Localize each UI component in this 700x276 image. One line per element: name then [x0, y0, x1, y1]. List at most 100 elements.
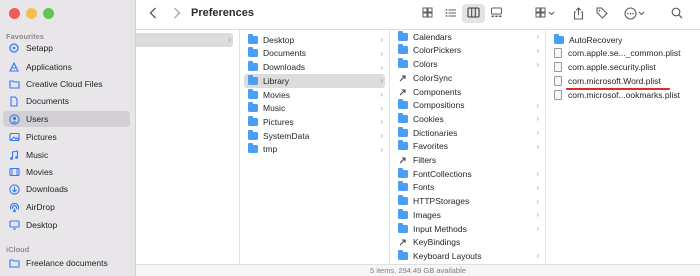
sidebar-item-applications[interactable]: Applications: [3, 59, 130, 75]
group-button[interactable]: [534, 6, 558, 22]
list-item[interactable]: Pictures ›: [244, 115, 385, 129]
chevron-right-icon: ›: [536, 196, 539, 206]
sidebar-item-setapp[interactable]: Setapp: [3, 40, 130, 56]
folder-icon: [398, 195, 408, 206]
folder-icon: [398, 167, 408, 178]
list-item-selected[interactable]: ›: [136, 33, 233, 47]
list-item-label: SystemData: [263, 130, 310, 141]
sidebar-item-freelance-documents[interactable]: Freelance documents: [3, 255, 130, 271]
icon-view-icon: [422, 7, 433, 20]
list-item[interactable]: Filters: [394, 153, 541, 167]
folder-icon: [398, 222, 408, 233]
search-icon: [671, 7, 683, 21]
list-item[interactable]: Dictionaries ›: [394, 126, 541, 140]
folder-icon: [398, 126, 408, 137]
list-item[interactable]: Library ›: [244, 74, 385, 88]
list-item[interactable]: Desktop ›: [244, 33, 385, 47]
sidebar-item-documents[interactable]: Documents: [3, 93, 130, 109]
list-item[interactable]: Colors ›: [394, 57, 541, 71]
folder-icon: [398, 140, 408, 151]
chevron-right-icon: ›: [380, 62, 383, 72]
column-view-icon: [467, 7, 480, 20]
folder-icon: [248, 143, 258, 154]
applications-icon: [8, 61, 20, 73]
sidebar-item-desktop[interactable]: Desktop: [3, 217, 130, 233]
icon-view-button[interactable]: [416, 4, 439, 23]
sidebar-item-label: Movies: [26, 167, 53, 177]
list-item[interactable]: Input Methods ›: [394, 222, 541, 236]
music-icon: [8, 149, 20, 161]
share-button[interactable]: [570, 6, 586, 22]
chevron-right-icon: ›: [380, 117, 383, 127]
document-icon: [554, 62, 562, 73]
chevron-left-icon: [149, 7, 157, 21]
sidebar-item-movies[interactable]: Movies: [3, 164, 130, 180]
list-item-label: AutoRecovery: [569, 34, 623, 45]
sidebar-item-label: Pictures: [26, 132, 57, 142]
list-item[interactable]: FontCollections ›: [394, 167, 541, 181]
list-item[interactable]: HTTPStorages ›: [394, 194, 541, 208]
sidebar-item-music[interactable]: Music: [3, 147, 130, 163]
close-window-button[interactable]: [9, 8, 20, 19]
folder-icon: [8, 257, 20, 269]
folder-icon: [248, 88, 258, 99]
column-view-button[interactable]: [462, 4, 485, 23]
document-icon: [8, 95, 20, 107]
list-view-button[interactable]: [439, 4, 462, 23]
list-item[interactable]: Keyboard Layouts ›: [394, 249, 541, 263]
forward-button[interactable]: [170, 6, 184, 22]
search-button[interactable]: [669, 6, 685, 22]
sidebar-item-users[interactable]: Users: [3, 111, 130, 127]
chevron-right-icon: [173, 7, 181, 21]
list-item-label: ColorSync: [413, 72, 453, 83]
list-item[interactable]: com.microsoft.Word.plist: [550, 74, 696, 88]
sidebar-item-label: Downloads: [26, 184, 69, 194]
list-item[interactable]: Documents ›: [244, 47, 385, 61]
highlight-underline: [566, 88, 670, 90]
tag-button[interactable]: [594, 6, 610, 22]
folder-icon: [248, 61, 258, 72]
downloads-icon: [8, 183, 20, 195]
list-item-label: Pictures: [263, 116, 294, 127]
list-item[interactable]: Images ›: [394, 208, 541, 222]
list-item[interactable]: com.apple.security.plist: [550, 60, 696, 74]
list-item[interactable]: AutoRecovery: [550, 33, 696, 47]
chevron-right-icon: ›: [536, 169, 539, 179]
list-item[interactable]: Fonts ›: [394, 181, 541, 195]
list-item-label: Components: [413, 86, 462, 97]
gallery-view-button[interactable]: [485, 4, 508, 23]
list-item[interactable]: SystemData ›: [244, 129, 385, 143]
list-item-label: Music: [263, 103, 286, 114]
list-item[interactable]: Movies ›: [244, 88, 385, 102]
list-item[interactable]: ColorPickers ›: [394, 44, 541, 58]
sidebar-item-label: Music: [26, 150, 49, 160]
sidebar-item-downloads[interactable]: Downloads: [3, 181, 130, 197]
list-item[interactable]: KeyBindings: [394, 236, 541, 250]
sidebar-item-airdrop[interactable]: AirDrop: [3, 199, 130, 215]
chevron-right-icon: ›: [380, 103, 383, 113]
list-item[interactable]: Compositions ›: [394, 99, 541, 113]
zoom-window-button[interactable]: [43, 8, 54, 19]
list-item[interactable]: com.apple.se..._common.plist: [550, 47, 696, 61]
list-item[interactable]: Components: [394, 85, 541, 99]
list-item[interactable]: Calendars ›: [394, 30, 541, 44]
toolbar: Preferences: [136, 0, 700, 30]
list-item[interactable]: tmp ›: [244, 143, 385, 157]
list-item-label: KeyBindings: [413, 237, 461, 248]
list-item[interactable]: Favorites ›: [394, 140, 541, 154]
alias-icon: [398, 237, 408, 247]
list-item-label: FontCollections: [413, 168, 472, 179]
back-button[interactable]: [146, 6, 160, 22]
list-item[interactable]: Cookies ›: [394, 112, 541, 126]
list-item[interactable]: Music ›: [244, 102, 385, 116]
document-icon: [554, 48, 562, 59]
minimize-window-button[interactable]: [26, 8, 37, 19]
sidebar-item-creative-cloud-files[interactable]: Creative Cloud Files: [3, 76, 130, 92]
list-item[interactable]: ColorSync: [394, 71, 541, 85]
sidebar-item-label: Applications: [26, 62, 72, 72]
list-item-label: Library: [263, 75, 289, 86]
list-item[interactable]: Downloads ›: [244, 60, 385, 74]
more-button[interactable]: [623, 6, 647, 22]
chevron-right-icon: ›: [380, 131, 383, 141]
sidebar-item-pictures[interactable]: Pictures: [3, 129, 130, 145]
